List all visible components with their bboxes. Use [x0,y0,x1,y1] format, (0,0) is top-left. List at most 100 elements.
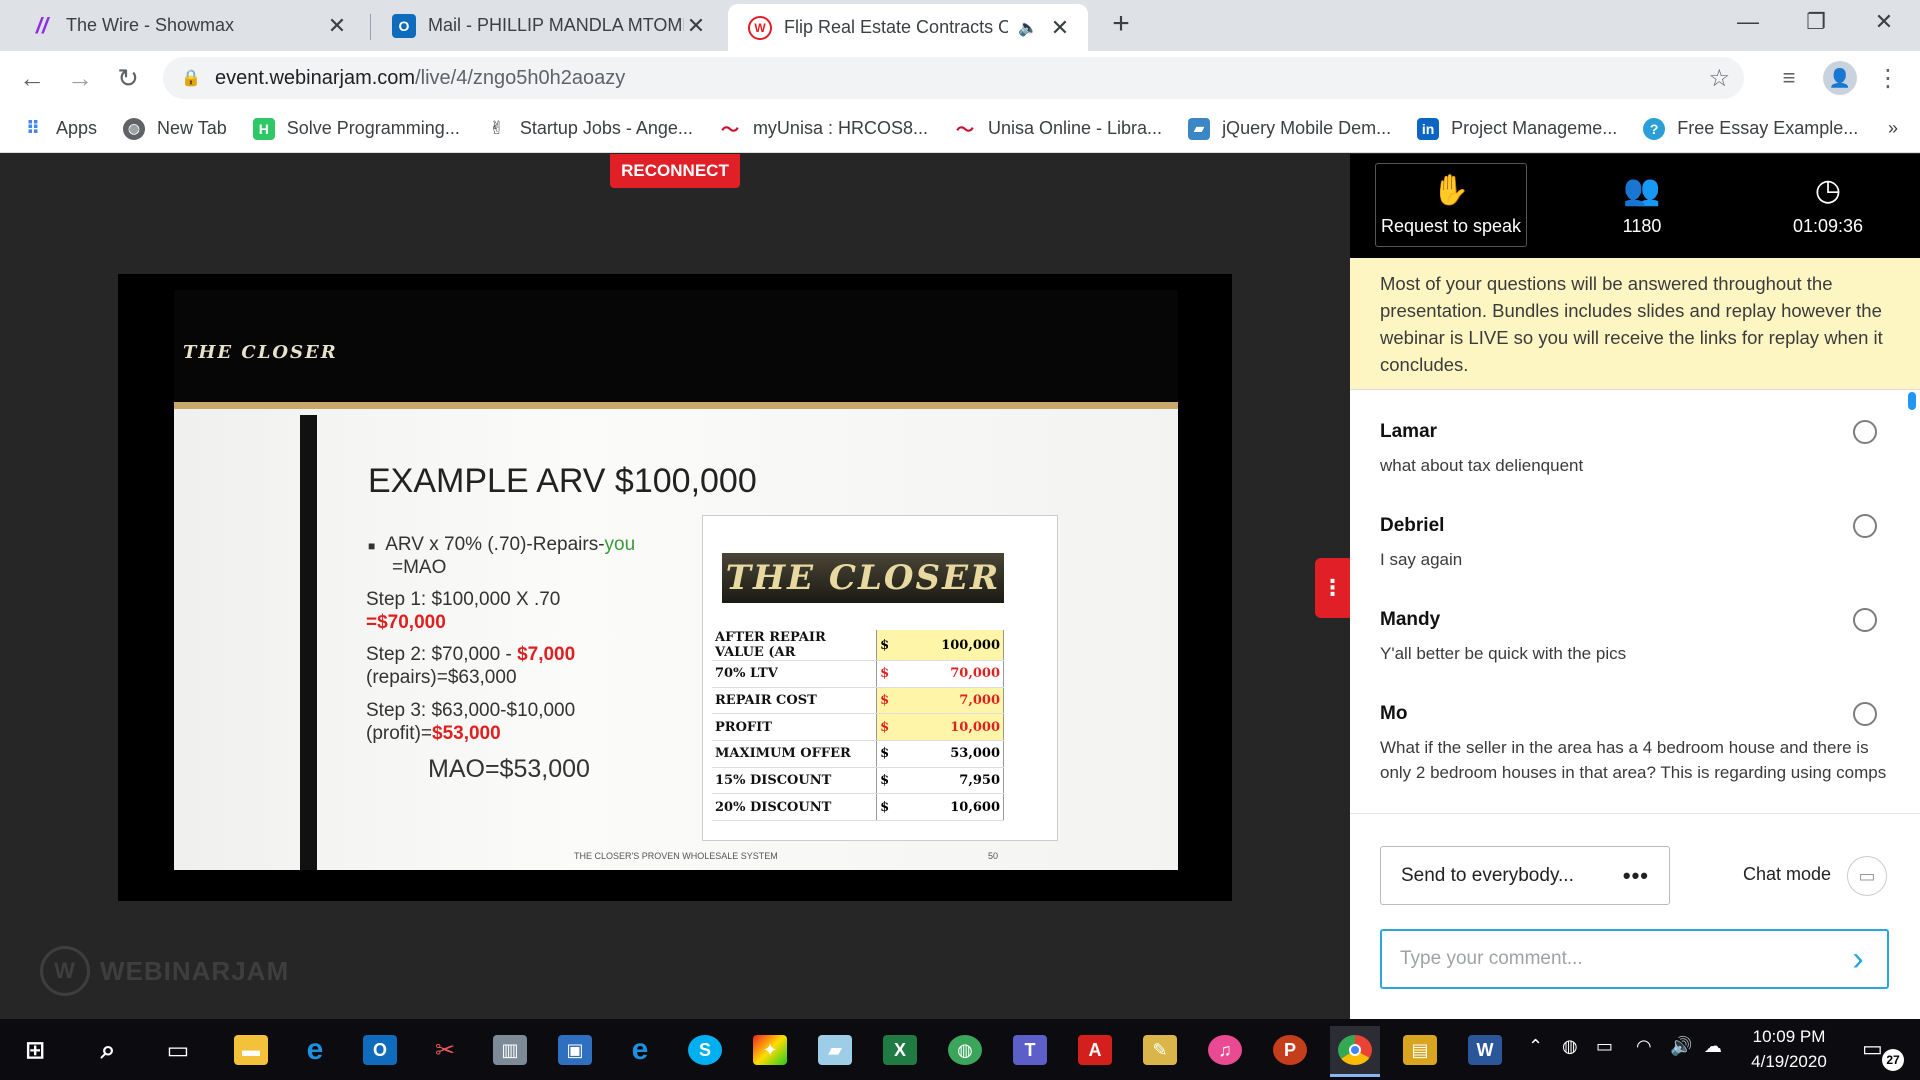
tab-title: Flip Real Estate Contracts Of [784,17,1009,37]
bookmark-angellist[interactable]: ✌ Startup Jobs - Ange... [486,118,693,140]
jquery-icon: ▰ [1188,117,1211,140]
request-to-speak-button[interactable]: ✋ Request to speak [1375,163,1527,247]
chrome-icon[interactable] [1330,1026,1380,1074]
bookmark-linkedin[interactable]: in Project Manageme... [1417,117,1617,140]
more-vert-icon[interactable]: ⋮ [1868,51,1908,105]
url-bar[interactable]: 🔒 event.webinarjam.com/live/4/zngo5h0h2a… [163,57,1744,99]
send-to-select[interactable]: Send to everybody... ••• [1380,846,1670,905]
itunes-icon[interactable]: ♫ [1200,1026,1250,1074]
chat-scrollbar-thumb[interactable] [1908,392,1916,410]
acrobat-icon[interactable]: A [1070,1026,1120,1074]
outlook-taskbar-icon[interactable]: O [355,1026,405,1074]
tab-webinar-active[interactable]: W Flip Real Estate Contracts Of 🔈 ✕ [728,4,1088,51]
unisa-icon: 〜 [955,119,974,140]
speaker-audio-icon[interactable]: 🔈 [1018,18,1038,38]
system-clock[interactable]: 10:09 PM 4/19/2020 [1734,1024,1844,1074]
spreadsheet-cell-label: MAXIMUM OFFER [712,740,877,768]
bookmark-jquery-mobile[interactable]: ▰ jQuery Mobile Dem... [1188,117,1391,140]
reconnect-button[interactable]: RECONNECT [610,154,740,188]
close-icon[interactable]: ✕ [684,13,708,39]
spreadsheet-cell-currency: $ [876,767,917,795]
comment-input[interactable] [1380,929,1889,989]
powerpoint-icon[interactable]: P [1265,1026,1315,1074]
message-select-radio[interactable] [1853,420,1877,444]
edge-icon[interactable]: e [615,1026,665,1074]
send-to-label: Send to everybody... [1401,864,1574,886]
message-select-radio[interactable] [1853,608,1877,632]
internet-explorer-icon[interactable]: e [290,1026,340,1074]
reload-icon[interactable]: ↻ [108,51,148,105]
word-icon[interactable]: W [1460,1026,1510,1074]
chat-mode-label: Chat mode [1743,864,1832,884]
spreadsheet-cell-value: 70,000 [916,660,1004,688]
snipping-tool-icon[interactable]: ✂ [420,1026,470,1074]
bookmark-myunisa[interactable]: 〜 myUnisa : HRCOS8... [719,118,928,140]
tab-title: Mail - PHILLIP MANDLA MTOMBE [428,15,684,35]
folder-sync-icon[interactable]: ✎ [1135,1026,1185,1074]
webinarjam-icon: W [748,15,772,40]
tab-mail[interactable]: O Mail - PHILLIP MANDLA MTOMBE ✕ [372,0,724,51]
spreadsheet-cell-label: 15% DISCOUNT [712,767,877,795]
spreadsheet-cell-currency: $ [876,660,917,688]
bookmark-apps[interactable]: ⠿ Apps [22,118,97,140]
globe-app-icon[interactable]: ◍ [940,1026,990,1074]
bookmark-unisa-library[interactable]: 〜 Unisa Online - Libra... [954,118,1162,140]
start-windows-icon[interactable]: ⊞ [10,1026,60,1074]
mao-result: MAO=$53,000 [428,755,590,783]
back-arrow-icon[interactable]: ← [12,51,52,105]
network-pc-icon[interactable]: ▣ [550,1026,600,1074]
new-tab-button[interactable]: + [1103,6,1139,42]
volume-icon[interactable]: 🔊 [1670,1036,1692,1057]
file-explorer-icon[interactable]: ▬ [226,1026,276,1074]
slide-bullet: ■ ARV x 70% (.70)-Repairs-you [368,533,635,558]
excel-icon[interactable]: X [875,1026,925,1074]
window-close-icon[interactable]: ✕ [1850,0,1918,44]
bookmark-free-essay[interactable]: ? Free Essay Example... [1643,117,1859,140]
bookmark-label: Free Essay Example... [1677,118,1859,138]
essay-icon: ? [1643,117,1666,140]
message-author: Lamar [1380,421,1438,442]
close-icon[interactable]: ✕ [325,13,349,39]
tab-title: The Wire - Showmax [66,15,235,35]
task-view-icon[interactable]: ▭ [153,1026,203,1074]
bookmark-new-tab[interactable]: ◍ New Tab [123,117,227,140]
angellist-icon: ✌ [489,118,505,138]
message-text: what about tax delienquent [1380,456,1584,475]
spreadsheet-cell-currency: $ [876,793,917,822]
onedrive-cloud-icon[interactable]: ☁ [1704,1036,1722,1057]
colorful-app-icon[interactable]: ✦ [745,1026,795,1074]
more-horiz-icon[interactable]: ••• [1623,863,1649,889]
message-select-radio[interactable] [1853,702,1877,726]
message-select-radio[interactable] [1853,514,1877,538]
skype-icon[interactable]: S [680,1026,730,1074]
bookmark-star-icon[interactable]: ☆ [1708,64,1730,93]
address-toolbar: ← → ↻ 🔒 event.webinarjam.com/live/4/zngo… [0,51,1920,105]
send-chevron-icon[interactable]: › [1843,940,1873,978]
teams-icon[interactable]: T [1005,1026,1055,1074]
search-icon[interactable]: ⌕ [83,1026,133,1074]
minimize-icon[interactable]: — [1714,0,1782,44]
spreadsheet-cell-value: 7,950 [916,767,1004,795]
bookmark-hackerrank[interactable]: H Solve Programming... [252,117,460,140]
close-icon[interactable]: ✕ [1048,15,1072,41]
media-queue-icon[interactable]: ≡ [1769,51,1809,105]
url-host: event.webinarjam.com [215,66,416,89]
wifi-icon[interactable]: ◠ [1636,1036,1652,1057]
battery-icon[interactable]: ▭ [1596,1036,1613,1057]
sidebar-toggle-button[interactable]: ⋮ [1315,558,1350,618]
restore-icon[interactable]: ❐ [1782,0,1850,44]
tray-globe-icon[interactable]: ◍ [1562,1036,1578,1057]
profile-avatar-icon[interactable]: 👤 [1823,61,1857,95]
notes-app-icon[interactable]: ▰ [810,1026,860,1074]
chat-mode-toggle[interactable]: ▭ [1847,856,1887,896]
bookmarks-bar: ⠿ Apps ◍ New Tab H Solve Programming... … [0,105,1920,153]
bookmarks-overflow-button[interactable]: » [1888,118,1898,139]
archive-app-icon[interactable]: ▤ [1395,1026,1445,1074]
monitor-app-icon[interactable]: ▥ [485,1026,535,1074]
spreadsheet-cell-currency: $ [876,713,917,742]
tray-chevron-up-icon[interactable]: ⌃ [1528,1036,1543,1057]
tab-showmax[interactable]: // The Wire - Showmax ✕ [10,0,365,51]
bookmark-label: Startup Jobs - Ange... [519,118,693,138]
forward-arrow-icon[interactable]: → [60,51,100,105]
spreadsheet-row: PROFIT $10,000 [712,713,1004,742]
